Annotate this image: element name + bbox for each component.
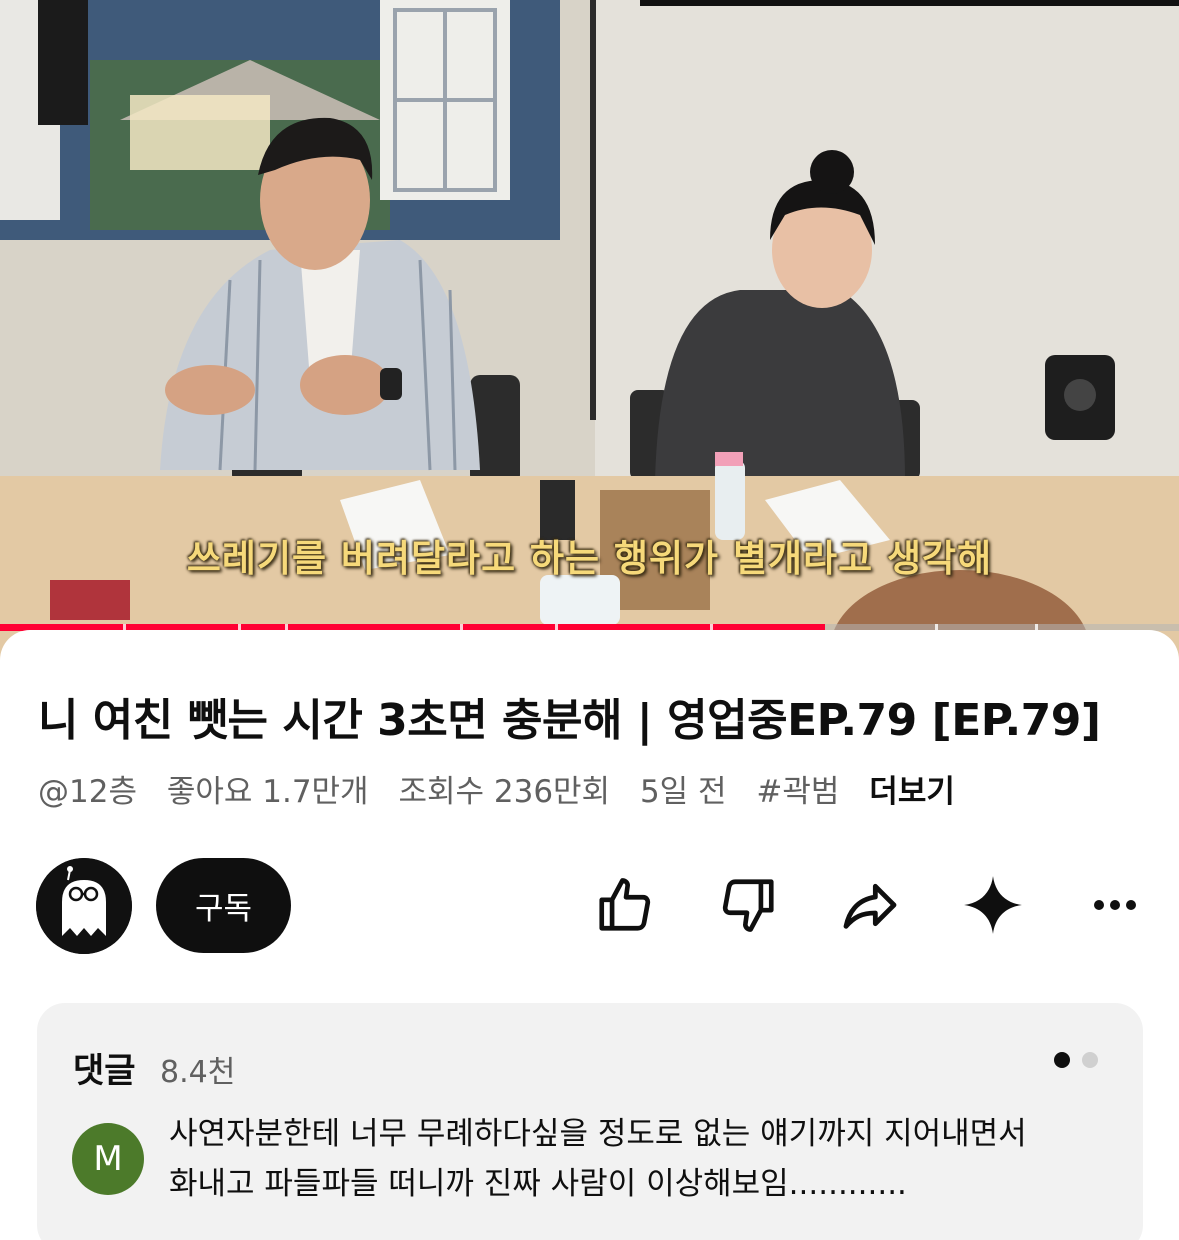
view-count: 조회수 236만회 [398, 774, 611, 810]
thumbs-down-icon [722, 879, 774, 932]
ask-ai-button[interactable] [958, 870, 1028, 940]
video-details-sheet: 니 여친 뺏는 시간 3초면 충분해 | 영업중EP.79 [EP.79] @1… [0, 630, 1179, 1240]
like-button[interactable] [590, 870, 660, 940]
comments-count: 8.4천 [160, 1055, 236, 1090]
share-icon [843, 883, 897, 929]
comments-teaser[interactable]: 댓글 8.4천 M 사연자분한테 너무 무례하다싶을 정도로 없는 얘기까지 지… [37, 1003, 1143, 1240]
video-subtitle: 쓰레기를 버려달라고 하는 행위가 별개라고 생각해 [186, 537, 993, 580]
upload-age: 5일 전 [639, 774, 727, 810]
top-comment-text: 사연자분한테 너무 무례하다싶을 정도로 없는 얘기까지 지어내면서 화내고 파… [169, 1109, 1119, 1209]
thumbs-up-icon [599, 878, 651, 931]
video-title[interactable]: 니 여친 뺏는 시간 3초면 충분해 | 영업중EP.79 [EP.79] [38, 684, 1148, 748]
share-button[interactable] [835, 870, 905, 940]
more-icon [1094, 900, 1136, 910]
hashtag-link[interactable]: #곽범 [756, 774, 839, 810]
video-meta-row[interactable]: @12층 좋아요 1.7만개 조회수 236만회 5일 전 #곽범 더보기 [38, 766, 975, 811]
carousel-dot-active [1054, 1052, 1070, 1068]
commenter-avatar: M [72, 1123, 144, 1195]
video-player[interactable]: 쓰레기를 버려달라고 하는 행위가 별개라고 생각해 [0, 0, 1179, 660]
like-count: 좋아요 1.7만개 [166, 774, 369, 810]
subscribe-button[interactable]: 구독 [156, 858, 291, 953]
carousel-dot [1082, 1052, 1098, 1068]
ghost-logo-icon [36, 858, 132, 954]
comment-line: 화내고 파들파들 떠니까 진짜 사람이 이상해보임............ [169, 1166, 907, 1202]
sparkle-icon [964, 876, 1022, 934]
more-button[interactable]: 더보기 [869, 774, 955, 810]
more-actions-button[interactable] [1080, 870, 1150, 940]
channel-handle[interactable]: @12층 [38, 774, 137, 810]
comments-label: 댓글 [73, 1051, 136, 1091]
comment-line: 사연자분한테 너무 무례하다싶을 정도로 없는 얘기까지 지어내면서 [169, 1116, 1027, 1152]
dislike-button[interactable] [713, 870, 783, 940]
channel-avatar[interactable] [36, 858, 132, 954]
